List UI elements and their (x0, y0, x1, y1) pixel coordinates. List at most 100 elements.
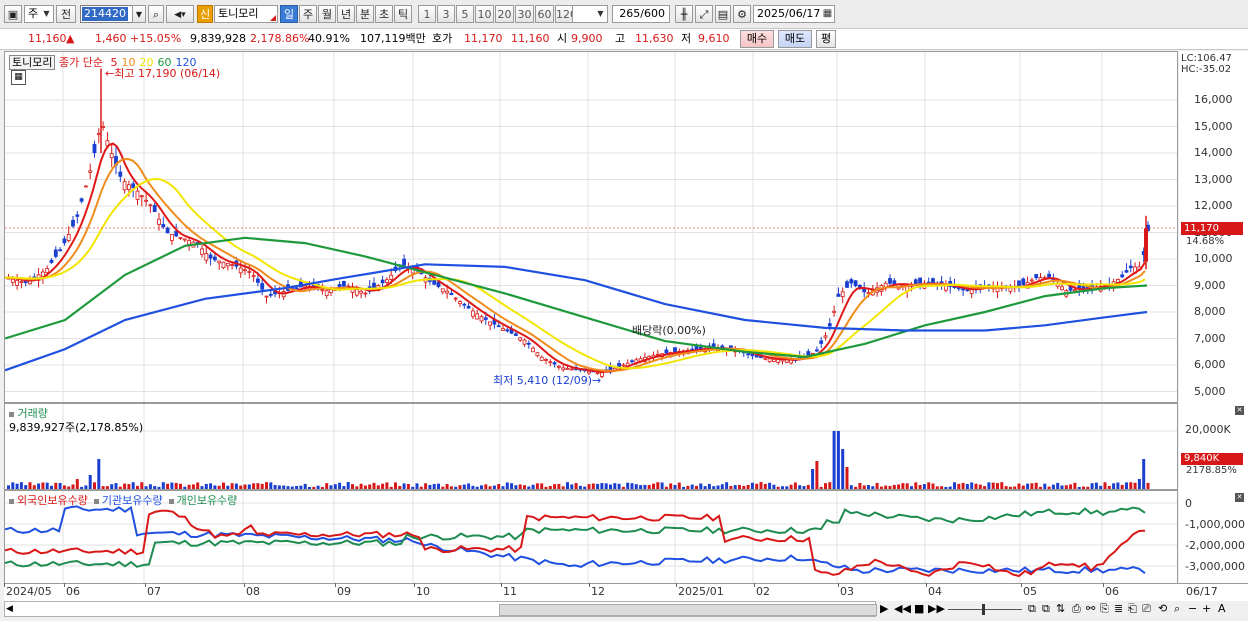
buy-button[interactable]: 매수 (740, 30, 774, 48)
link-icon[interactable]: ⚯ (1086, 602, 1095, 615)
candle-body (389, 274, 394, 280)
code-dropdown-icon[interactable]: ▼ (132, 5, 146, 23)
holdings-panel[interactable]: 외국인보유수량 기관보유수량 개인보유수량 (4, 490, 1178, 584)
volume-bar (682, 486, 686, 489)
multi-chart-icon[interactable]: ⇅ (1056, 602, 1065, 615)
volume-bar (527, 486, 531, 489)
volume-bar (505, 482, 509, 489)
interval-button-10[interactable]: 10 (475, 5, 494, 23)
tab-timeframe-1[interactable]: 주 (299, 5, 317, 23)
window-menu-icon[interactable]: ▣ (4, 5, 22, 23)
layout-icon[interactable]: ⧉ (1028, 602, 1036, 616)
volume-bar (338, 482, 342, 489)
volume-bar (720, 484, 724, 489)
export-icon[interactable]: ⎗ (1128, 602, 1137, 616)
eval-button[interactable]: 평 (816, 30, 836, 48)
volume-bar (978, 484, 982, 489)
speaker-icon[interactable]: ◀▾ (166, 5, 194, 23)
open-label: 시 (557, 32, 568, 45)
x-axis-tick-mark (335, 583, 336, 587)
gear-icon[interactable]: ⚙ (733, 5, 751, 23)
candle-body (294, 287, 299, 290)
calendar-icon[interactable]: ▦ (822, 6, 833, 22)
period-select[interactable]: 주 ▼ (24, 5, 54, 23)
stock-name-field[interactable]: 토니모리 (214, 5, 278, 23)
close-icon[interactable]: ✕ (1235, 493, 1244, 502)
scroll-thumb[interactable] (499, 604, 877, 616)
candle-body (1073, 289, 1077, 292)
tab-timeframe-5[interactable]: 초 (375, 5, 393, 23)
volume-bar (1030, 483, 1034, 489)
custom-interval-select[interactable]: ▼ (572, 5, 608, 23)
zoom-out-icon[interactable]: − (1188, 602, 1197, 615)
volume-panel[interactable]: 거래량 9,839,927주(2,178.85%) (4, 403, 1178, 490)
snapshot-icon[interactable]: ⎘ (1100, 602, 1109, 616)
bar-count-field[interactable]: 265/600 (612, 5, 670, 23)
interval-button-20[interactable]: 20 (495, 5, 514, 23)
image-icon[interactable]: ⎚ (1142, 602, 1151, 616)
print-icon[interactable]: ⎙ (1072, 602, 1081, 616)
volume-bar (841, 449, 845, 489)
volume-bar (854, 486, 858, 489)
date-field[interactable]: 2025/06/17 ▦ (753, 5, 835, 23)
volume: 9,839,928 (190, 32, 246, 45)
candle-body (324, 290, 329, 296)
price-chart-panel[interactable]: 토니모리 종가 단순 5 10 20 60 120 ▦ ←최고 17,190 (06/1… (4, 51, 1178, 403)
chart-type-icon[interactable]: ╫ (675, 5, 693, 23)
restore-icon[interactable]: ⟲ (1158, 602, 1167, 615)
volume-bar (28, 482, 32, 489)
volume-bar (948, 486, 952, 489)
volume-chart[interactable] (5, 404, 1177, 489)
volume-bar (970, 482, 974, 489)
volume-bar (501, 486, 505, 489)
forward-icon[interactable]: ▶▶ (928, 602, 945, 615)
interval-button-5[interactable]: 5 (456, 5, 474, 23)
rewind-icon[interactable]: ◀◀ (894, 602, 911, 615)
zoom-slider-handle[interactable] (982, 604, 985, 615)
scroll-left-icon[interactable]: ◀ (6, 603, 18, 615)
grid-toggle-icon[interactable]: ▦ (11, 70, 26, 85)
search-icon[interactable]: ⌕ (148, 5, 164, 23)
zoom-slider[interactable] (948, 609, 1022, 610)
font-size-icon[interactable]: A (1218, 602, 1226, 615)
interval-button-1[interactable]: 1 (418, 5, 436, 23)
candle-body (819, 340, 824, 344)
prev-button[interactable]: 전 (56, 5, 76, 23)
volume-bar (419, 486, 423, 489)
stop-icon[interactable]: ■ (914, 602, 924, 615)
tab-timeframe-4[interactable]: 분 (356, 5, 374, 23)
tab-timeframe-3[interactable]: 년 (337, 5, 355, 23)
volume-bar (733, 485, 737, 489)
volume-bar (54, 482, 58, 489)
sell-button[interactable]: 매도 (778, 30, 812, 48)
volume-bar (140, 482, 144, 489)
tab-timeframe-0[interactable]: 일 (280, 5, 298, 23)
price-chart[interactable] (5, 52, 1177, 402)
candle-body (453, 297, 458, 300)
volume-bar (1060, 485, 1064, 489)
volume-bar (957, 483, 961, 489)
volume-bar (652, 483, 655, 489)
volume-bar (548, 485, 552, 489)
candle-body (182, 238, 187, 241)
volume-bar (879, 486, 883, 489)
interval-button-3[interactable]: 3 (437, 5, 455, 23)
tab-timeframe-2[interactable]: 월 (318, 5, 336, 23)
horizontal-scrollbar[interactable]: ◀ (4, 601, 877, 617)
interval-button-60[interactable]: 60 (535, 5, 554, 23)
compare-icon[interactable]: ⧉ (1042, 602, 1050, 616)
chart-controls: ▶ ◀◀ ■ ▶▶ ⧉ ⧉ ⇅ ⎙ ⚯ ⎘ ≣ ⎗ ⎚ ⟲ ⌕ − + A (878, 601, 1248, 619)
tab-timeframe-6[interactable]: 틱 (394, 5, 412, 23)
chart-list-icon[interactable]: ≣ (1114, 602, 1123, 615)
search-icon[interactable]: ⌕ (1174, 602, 1180, 616)
volume-bar (41, 482, 45, 489)
close-icon[interactable]: ✕ (1235, 406, 1244, 415)
interval-button-30[interactable]: 30 (515, 5, 534, 23)
save-icon[interactable]: ▤ (715, 5, 731, 23)
zoom-in-icon[interactable]: + (1202, 602, 1211, 615)
volume-bar (376, 485, 380, 489)
holdings-y-tick: -2,000,000 (1185, 539, 1245, 552)
indicator-icon[interactable]: ⤢ (695, 5, 713, 23)
play-icon[interactable]: ▶ (880, 602, 888, 615)
bid-price: 11,160 (511, 32, 550, 45)
